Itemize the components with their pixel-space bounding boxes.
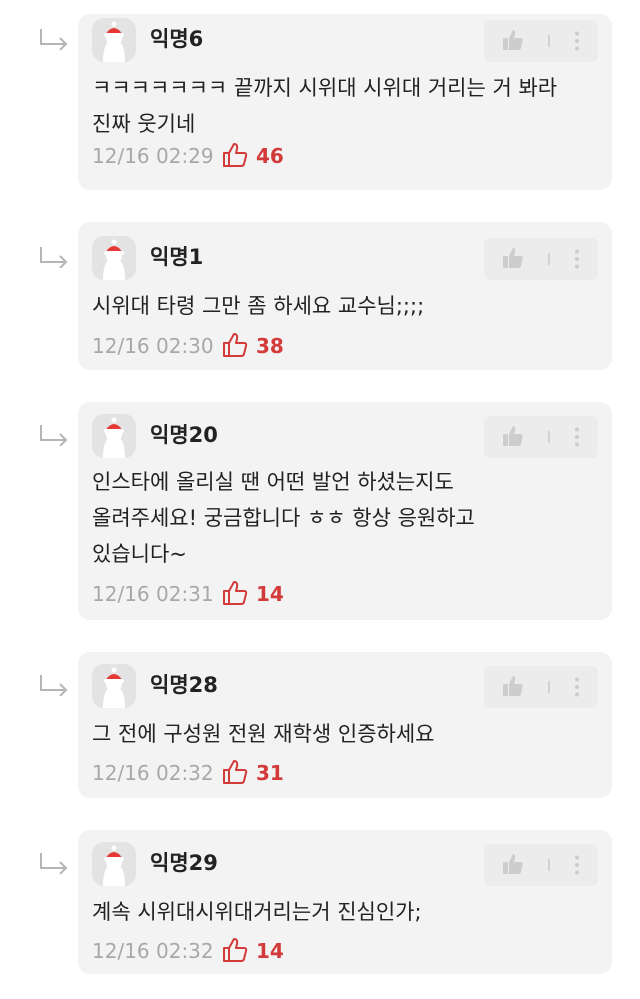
thumbs-up-outline-icon [223, 938, 248, 962]
comment-nickname: 익명1 [150, 245, 204, 269]
action-divider [548, 859, 550, 871]
like-button[interactable] [484, 416, 540, 458]
thumbs-up-icon [503, 854, 523, 874]
santa-hat-avatar-icon [103, 239, 125, 280]
reply-arrow-icon [40, 853, 68, 874]
like-button[interactable] [484, 666, 540, 708]
avatar[interactable] [92, 664, 136, 708]
comment-card: 익명28 그 전에 구성원 전원 재학생 인증하세요 12/16 02:32 3… [78, 652, 612, 798]
more-options-button[interactable] [558, 844, 598, 886]
action-divider [548, 253, 550, 265]
comment-card: 익명20 인스타에 올리실 땐 어떤 발언 하셨는지도 올려주세요! 궁금합니다… [78, 402, 612, 620]
thumbs-up-outline-icon [223, 143, 248, 167]
more-options-button[interactable] [558, 20, 598, 62]
reply-arrow-icon [40, 675, 68, 696]
comment-text: 인스타에 올리실 땐 어떤 발언 하셨는지도 올려주세요! 궁금합니다 ㅎㅎ 항… [92, 470, 475, 566]
comment-nickname: 익명29 [150, 851, 218, 875]
comment-nickname: 익명28 [150, 673, 218, 697]
comment-nickname: 익명6 [150, 27, 204, 51]
comment-time: 12/16 02:32 [92, 939, 214, 963]
thumbs-up-icon [503, 426, 523, 446]
vertical-ellipsis-icon [575, 31, 579, 51]
comment-time: 12/16 02:29 [92, 144, 214, 168]
thumbs-up-outline-icon [223, 581, 248, 605]
comment-time: 12/16 02:32 [92, 761, 214, 785]
comment-action-buttons [484, 844, 598, 886]
vertical-ellipsis-icon [575, 427, 579, 447]
comment-action-buttons [484, 20, 598, 62]
comment-time: 12/16 02:31 [92, 582, 214, 606]
reply-arrow-icon [40, 29, 68, 50]
santa-hat-avatar-icon [103, 667, 125, 708]
more-options-button[interactable] [558, 666, 598, 708]
comment-action-buttons [484, 666, 598, 708]
comment-text: 그 전에 구성원 전원 재학생 인증하세요 [92, 722, 435, 746]
comment-card: 익명29 계속 시위대시위대거리는거 진심인가; 12/16 02:32 14 [78, 830, 612, 974]
thumbs-up-icon [503, 676, 523, 696]
thumbs-up-icon [503, 30, 523, 50]
comment-action-buttons [484, 238, 598, 280]
like-count: 14 [256, 939, 284, 963]
like-count: 14 [256, 582, 284, 606]
thumbs-up-icon [503, 248, 523, 268]
comment-nickname: 익명20 [150, 423, 218, 447]
like-count: 38 [256, 334, 284, 358]
comment-card: 익명6 ㅋㅋㅋㅋㅋㅋㅋ 끝까지 시위대 시위대 거리는 거 봐라 진짜 웃기네 … [78, 14, 612, 190]
like-count: 46 [256, 144, 284, 168]
comment-text: 계속 시위대시위대거리는거 진심인가; [92, 900, 422, 924]
action-divider [548, 681, 550, 693]
vertical-ellipsis-icon [575, 249, 579, 269]
santa-hat-avatar-icon [103, 845, 125, 886]
avatar[interactable] [92, 414, 136, 458]
comment-text: ㅋㅋㅋㅋㅋㅋㅋ 끝까지 시위대 시위대 거리는 거 봐라 진짜 웃기네 [92, 76, 558, 136]
avatar[interactable] [92, 842, 136, 886]
reply-arrow-icon [40, 425, 68, 446]
vertical-ellipsis-icon [575, 677, 579, 697]
comment-action-buttons [484, 416, 598, 458]
like-count: 31 [256, 761, 284, 785]
action-divider [548, 35, 550, 47]
santa-hat-avatar-icon [103, 417, 125, 458]
avatar[interactable] [92, 236, 136, 280]
comment-text: 시위대 타령 그만 좀 하세요 교수님;;;; [92, 294, 425, 318]
like-button[interactable] [484, 844, 540, 886]
like-button[interactable] [484, 238, 540, 280]
thumbs-up-outline-icon [223, 760, 248, 784]
avatar[interactable] [92, 18, 136, 62]
thumbs-up-outline-icon [223, 333, 248, 357]
like-button[interactable] [484, 20, 540, 62]
vertical-ellipsis-icon [575, 855, 579, 875]
reply-arrow-icon [40, 247, 68, 268]
comment-time: 12/16 02:30 [92, 334, 214, 358]
more-options-button[interactable] [558, 238, 598, 280]
santa-hat-avatar-icon [103, 21, 125, 62]
more-options-button[interactable] [558, 416, 598, 458]
comment-card: 익명1 시위대 타령 그만 좀 하세요 교수님;;;; 12/16 02:30 [78, 222, 612, 370]
action-divider [548, 431, 550, 443]
